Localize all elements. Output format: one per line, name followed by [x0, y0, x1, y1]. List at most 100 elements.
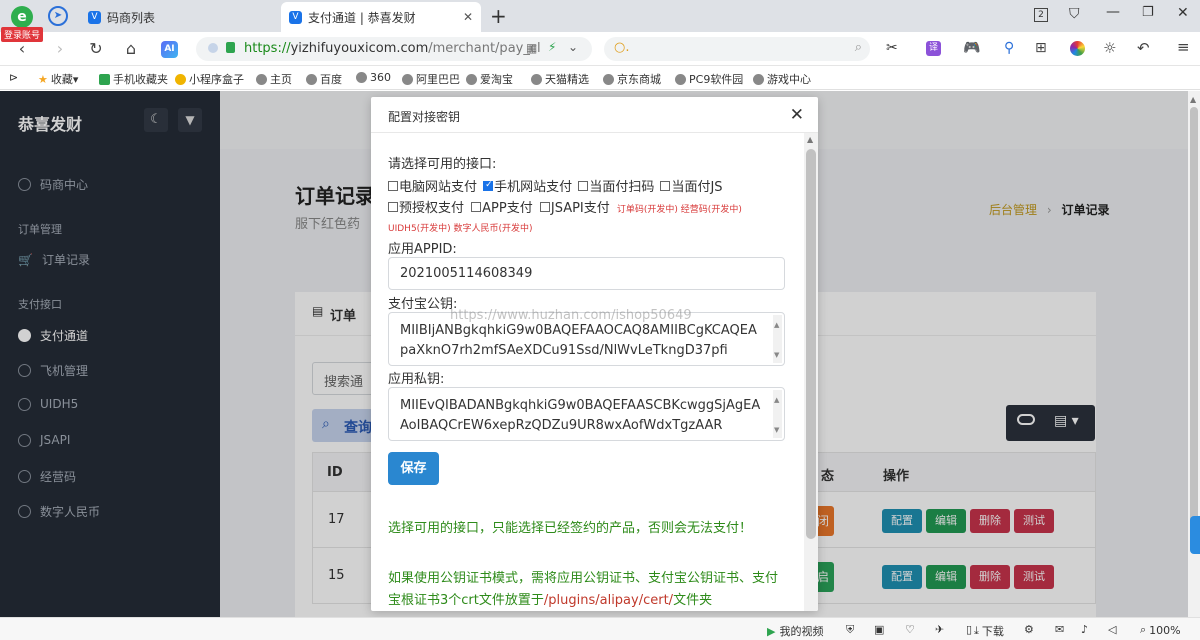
checkbox-box[interactable]: [578, 180, 589, 191]
url-path: /merchant/pay_cl: [428, 41, 541, 56]
tab-title: 码商列表: [107, 10, 156, 25]
heart-icon[interactable]: ♡: [905, 623, 915, 636]
bookmark-alibaba[interactable]: 阿里巴巴: [402, 71, 460, 87]
feedback-icon[interactable]: ✉: [1055, 623, 1064, 636]
rocket-icon[interactable]: ✈: [935, 623, 944, 636]
phone-icon[interactable]: ▯: [966, 623, 972, 636]
scissors-icon[interactable]: ✂: [886, 40, 898, 56]
checkbox-box[interactable]: [539, 201, 550, 212]
modal-scrollbar[interactable]: ▲: [804, 133, 818, 611]
close-icon[interactable]: ✕: [790, 105, 804, 125]
checkbox-box[interactable]: [388, 201, 398, 212]
app-privkey-text: MIIEvQIBADANBgkqhkiG9w0BAQEFAASCBKcwggSj…: [400, 398, 761, 433]
back-icon[interactable]: ‹: [12, 39, 32, 59]
security-icon[interactable]: [208, 43, 218, 53]
globe-icon: [753, 73, 764, 85]
image-icon[interactable]: ▣: [874, 623, 884, 636]
checkbox-preauth[interactable]: 预授权支付: [388, 197, 464, 216]
bookmark-games[interactable]: 游戏中心: [753, 71, 811, 87]
sidebar-toggle-icon[interactable]: ⊳: [9, 71, 18, 84]
bookmark-jd[interactable]: 京东商城: [603, 71, 661, 87]
forward-icon[interactable]: ›: [50, 39, 70, 59]
checkbox-box[interactable]: [471, 201, 482, 212]
shield-icon[interactable]: ⛨: [846, 623, 854, 637]
save-button[interactable]: 保存: [388, 452, 439, 485]
search-icon[interactable]: ⌕: [855, 40, 862, 55]
interfaces-row-1: 电脑网站支付 手机网站支付 当面付扫码 当面付JS: [388, 176, 788, 195]
brightness-icon[interactable]: ☼: [1103, 39, 1116, 57]
reload-icon[interactable]: ↻: [86, 39, 106, 59]
mute-icon[interactable]: ♪: [1081, 623, 1088, 636]
page-scrollbar[interactable]: ▲: [1188, 91, 1200, 617]
lock-icon[interactable]: [226, 42, 235, 53]
browser-status-bar: ▶ 我的视频 ⛨ ▣ ♡ ✈ ▯ ⤓ 下载 ⚙ ✉ ♪ ◁ ⌕ 100%: [0, 617, 1200, 640]
interfaces-row-2: 预授权支付 APP支付 JSAPI支付 订单码(开发中) 经营码(开发中): [388, 197, 788, 216]
bookmark-pc9[interactable]: PC9软件园: [675, 71, 743, 87]
globe-icon: [402, 73, 413, 85]
download-button[interactable]: ⤓ 下载: [974, 623, 1004, 639]
alipay-pubkey-textarea[interactable]: MIIBIjANBgkqhkiG9w0BAQEFAAOCAQ8AMIIBCgKC…: [388, 312, 785, 366]
side-tab[interactable]: [1190, 516, 1200, 554]
bookmark-label: 百度: [320, 73, 342, 86]
scroll-up-icon[interactable]: ▲: [1190, 95, 1196, 104]
ai-icon[interactable]: AI: [161, 41, 178, 58]
bookmark-miniapp[interactable]: 小程序盒子: [175, 71, 244, 87]
login-badge[interactable]: 登录账号: [1, 27, 44, 42]
bookmark-baidu[interactable]: 百度: [306, 71, 342, 87]
textarea-scrollbar[interactable]: ▲ ▼: [773, 390, 782, 438]
appid-input[interactable]: 2021005114608349: [388, 257, 785, 290]
my-video-button[interactable]: ▶ 我的视频: [767, 623, 823, 639]
home-icon[interactable]: ⌂: [121, 39, 141, 59]
zoom-control[interactable]: ⌕ 100%: [1140, 623, 1181, 637]
scroll-thumb[interactable]: [1190, 107, 1198, 547]
lightning-icon[interactable]: ⚡: [548, 40, 556, 54]
close-tab-icon[interactable]: ✕: [463, 10, 473, 24]
download-icon: ⤓: [974, 624, 979, 637]
checkbox-mobile-site[interactable]: 手机网站支付: [483, 176, 572, 195]
qr-icon[interactable]: ▦: [526, 41, 537, 55]
dropdown-icon[interactable]: ⌄: [568, 40, 578, 54]
menu-icon[interactable]: ≡: [1177, 38, 1190, 56]
checkbox-box[interactable]: [483, 180, 494, 191]
bookmark-label: 小程序盒子: [189, 73, 244, 86]
apps-grid-icon[interactable]: ⊞: [1035, 40, 1047, 56]
shirt-icon[interactable]: ⛉: [1069, 6, 1080, 22]
checkbox-f2f-js[interactable]: 当面付JS: [660, 176, 723, 195]
bookmark-label: 爱淘宝: [480, 73, 513, 86]
new-tab-icon[interactable]: +: [490, 4, 507, 28]
textarea-scrollbar[interactable]: ▲ ▼: [773, 315, 782, 363]
close-window-icon[interactable]: ✕: [1177, 5, 1189, 21]
checkbox-app[interactable]: APP支付: [471, 197, 533, 216]
magnifier-icon[interactable]: ⚲: [1004, 40, 1014, 56]
color-wheel-icon[interactable]: [1070, 41, 1085, 56]
extension-icon[interactable]: ⚙: [1024, 623, 1034, 636]
minimize-icon[interactable]: —: [1106, 4, 1120, 20]
checkbox-f2f-scan[interactable]: 当面付扫码: [578, 176, 654, 195]
undo-icon[interactable]: ↶: [1137, 39, 1150, 57]
bookmark-360[interactable]: 360: [356, 71, 391, 84]
volume-icon[interactable]: ◁: [1108, 623, 1116, 636]
checkbox-box[interactable]: [660, 180, 671, 191]
bookmark-label: 阿里巴巴: [416, 73, 460, 86]
checkbox-box[interactable]: [388, 180, 398, 191]
modal-scroll-thumb[interactable]: [806, 149, 816, 539]
app-privkey-textarea[interactable]: MIIEvQIBADANBgkqhkiG9w0BAQEFAASCBKcwggSj…: [388, 387, 785, 441]
game-icon[interactable]: 🎮: [963, 40, 980, 56]
bookmark-mobile[interactable]: 手机收藏夹: [99, 71, 168, 87]
bookmark-tmall[interactable]: 天猫精选: [531, 71, 589, 87]
tab-merchant-list[interactable]: V 码商列表: [80, 2, 280, 32]
tab-pay-channel[interactable]: V 支付通道 | 恭喜发财 ✕: [281, 2, 481, 32]
browser-logo-icon[interactable]: e: [11, 6, 33, 28]
bookmark-aitaobao[interactable]: 爱淘宝: [466, 71, 513, 87]
bookmark-favorites[interactable]: ★ 收藏 ▾: [38, 71, 78, 87]
bookmark-home[interactable]: 主页: [256, 71, 292, 87]
scroll-up-icon[interactable]: ▲: [807, 135, 813, 144]
restore-icon[interactable]: ❐: [1142, 5, 1154, 20]
checkbox-pc-site[interactable]: 电脑网站支付: [388, 176, 477, 195]
translate-icon[interactable]: 译: [926, 41, 941, 56]
checkbox-label: APP支付: [482, 201, 533, 216]
tab-count-icon[interactable]: 2: [1034, 8, 1048, 22]
search-box[interactable]: ○. ⌕: [604, 37, 870, 61]
send-icon[interactable]: ➤: [48, 6, 68, 26]
checkbox-jsapi[interactable]: JSAPI支付: [539, 197, 610, 216]
